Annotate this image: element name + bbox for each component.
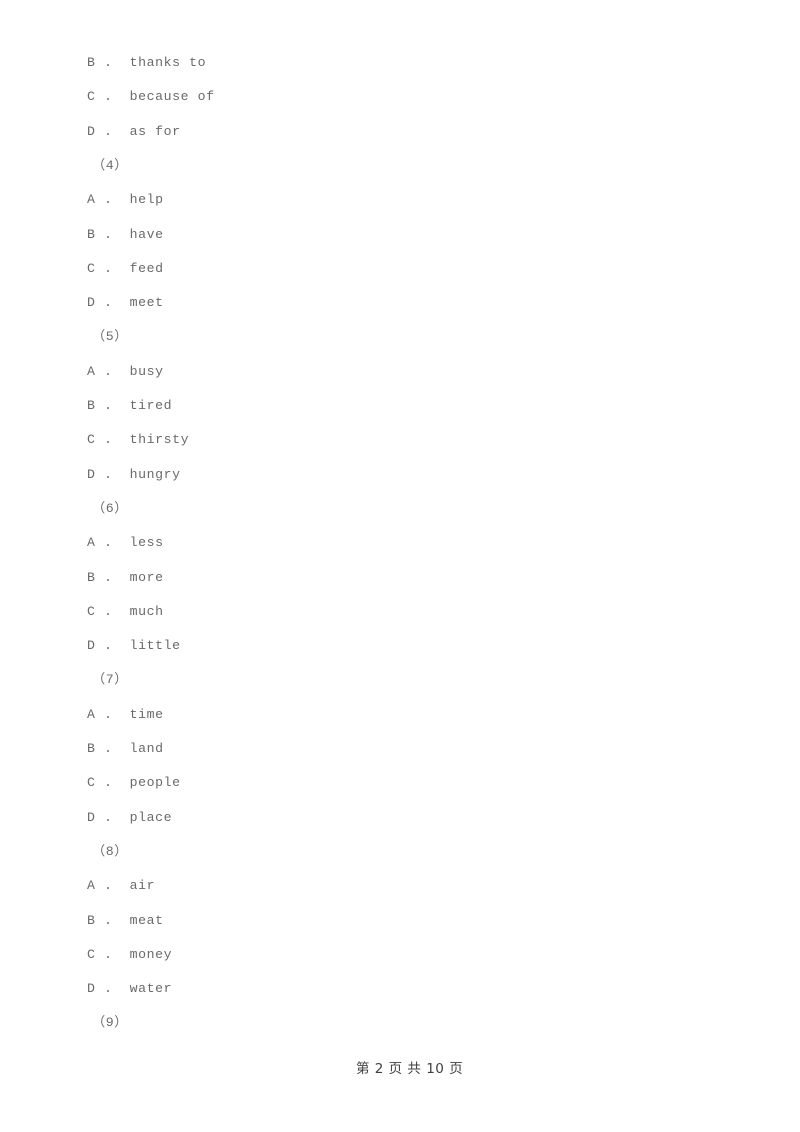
question-number-line: （8） xyxy=(0,835,800,869)
answer-option-text: A . busy xyxy=(87,363,164,379)
answer-option-text: B . have xyxy=(87,226,164,242)
answer-option-text: B . meat xyxy=(87,912,164,928)
answer-option-line: C . thirsty xyxy=(0,423,800,457)
answer-option-line: D . water xyxy=(0,972,800,1006)
document-page: B . thanks to C . because of D . as for （4）… xyxy=(0,0,800,1132)
answer-option-line: B . have xyxy=(0,218,800,252)
question-number-text: （4） xyxy=(92,157,129,173)
answer-option-text: D . little xyxy=(87,638,181,654)
answer-option-line: D . meet xyxy=(0,286,800,320)
answer-option-line: D . as for xyxy=(0,115,800,149)
answer-option-text: A . air xyxy=(87,878,156,894)
answer-option-text: C . feed xyxy=(87,260,164,276)
answer-option-text: A . time xyxy=(87,706,164,722)
answer-option-line: B . land xyxy=(0,732,800,766)
answer-option-line: C . money xyxy=(0,938,800,972)
answer-option-text: D . water xyxy=(87,981,173,997)
answer-option-line: A . time xyxy=(0,698,800,732)
question-number-text: （7） xyxy=(92,672,129,688)
answer-option-text: C . much xyxy=(87,603,164,619)
answer-option-line: A . help xyxy=(0,183,800,217)
question-number-line: （7） xyxy=(0,663,800,697)
answer-option-line: C . people xyxy=(0,766,800,800)
answer-option-line: C . because of xyxy=(0,80,800,114)
answer-option-line: B . thanks to xyxy=(0,46,800,80)
answer-option-text: B . land xyxy=(87,741,164,756)
question-number-line: （5） xyxy=(0,320,800,354)
answer-option-text: B . more xyxy=(87,569,164,585)
answer-option-text: D . as for xyxy=(87,123,181,139)
answer-option-text: A . help xyxy=(87,192,164,208)
page-number-label: 第 2 页 共 10 页 xyxy=(355,1061,464,1077)
answer-option-text: D . place xyxy=(87,809,173,825)
answer-option-text: A . less xyxy=(87,535,164,551)
answer-option-line: A . air xyxy=(0,869,800,903)
answer-option-text: B . tired xyxy=(87,398,173,413)
answer-option-text: C . because of xyxy=(87,89,215,105)
answer-option-line: B . more xyxy=(0,561,800,595)
answer-option-text: C . money xyxy=(87,946,173,962)
answer-option-text: B . thanks to xyxy=(87,55,207,70)
answer-option-line: A . busy xyxy=(0,355,800,389)
answer-option-line: D . little xyxy=(0,629,800,663)
question-number-line: （4） xyxy=(0,149,800,183)
question-number-text: （5） xyxy=(92,329,129,345)
answer-option-line: B . tired xyxy=(0,389,800,423)
answer-option-text: C . people xyxy=(87,775,181,791)
answer-option-line: A . less xyxy=(0,526,800,560)
answer-option-line: C . much xyxy=(0,595,800,629)
page-footer: 第 2 页 共 10 页 xyxy=(0,1030,800,1108)
question-number-line: （6） xyxy=(0,492,800,526)
answer-option-line: B . meat xyxy=(0,904,800,938)
answer-option-text: D . meet xyxy=(87,295,164,311)
question-number-text: （6） xyxy=(92,500,129,516)
answer-option-text: D . hungry xyxy=(87,466,181,482)
question-number-text: （8） xyxy=(92,843,129,859)
answer-option-text: C . thirsty xyxy=(87,432,190,448)
answer-option-line: D . hungry xyxy=(0,458,800,492)
answer-option-line: D . place xyxy=(0,801,800,835)
answer-option-line: C . feed xyxy=(0,252,800,286)
